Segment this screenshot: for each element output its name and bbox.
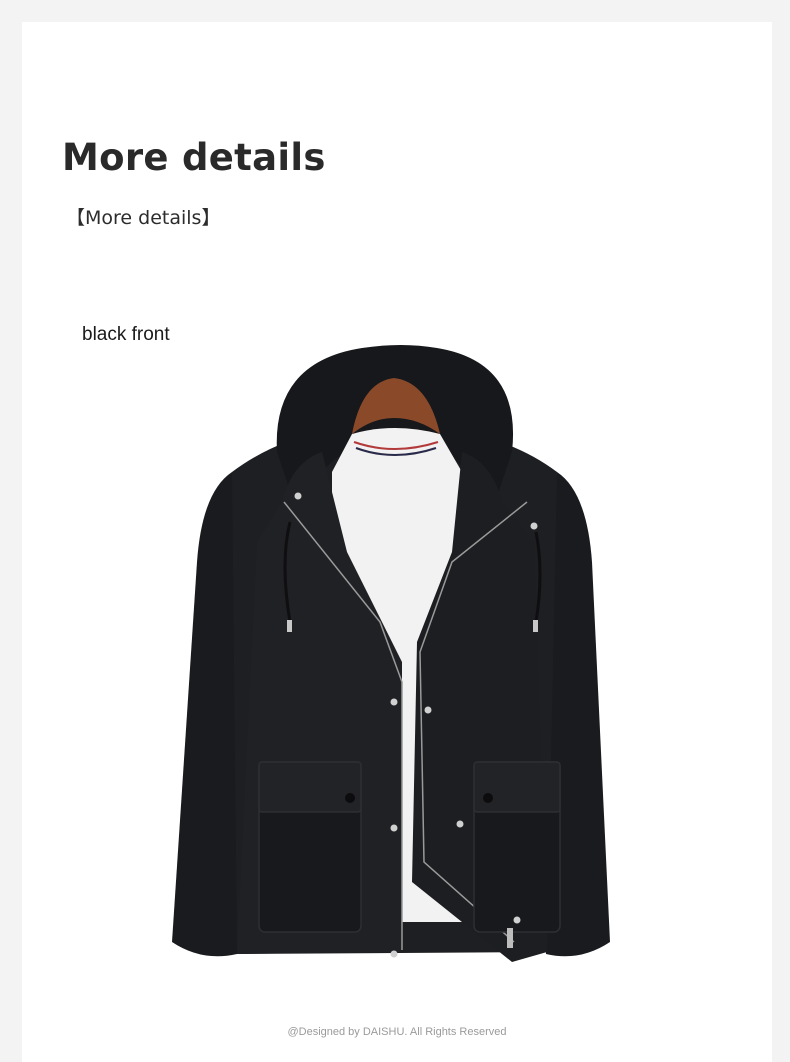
right-drawstring-tip	[533, 620, 538, 632]
right-pocket-snap	[483, 793, 493, 803]
collar-snap-right	[530, 522, 538, 530]
front-snap-1	[390, 698, 398, 706]
details-panel: More details 【More details】 black front	[22, 22, 772, 1062]
front-snap-4	[424, 706, 432, 714]
left-pocket-snap	[345, 793, 355, 803]
jacket-product-image	[172, 345, 610, 962]
right-pocket-flap	[473, 761, 561, 813]
section-subtitle: 【More details】	[66, 207, 221, 229]
front-snap-6	[513, 916, 521, 924]
section-title: More details	[62, 136, 326, 179]
left-drawstring-tip	[287, 620, 292, 632]
front-snap-2	[390, 824, 398, 832]
footer-copyright: @Designed by DAISHU. All Rights Reserved	[287, 1026, 507, 1038]
front-snap-5	[456, 820, 464, 828]
front-snap-3	[390, 950, 398, 958]
collar-snap-left	[294, 492, 302, 500]
left-pocket-flap	[258, 761, 362, 813]
zipper-pull	[507, 928, 513, 948]
variant-label: black front	[82, 324, 170, 345]
